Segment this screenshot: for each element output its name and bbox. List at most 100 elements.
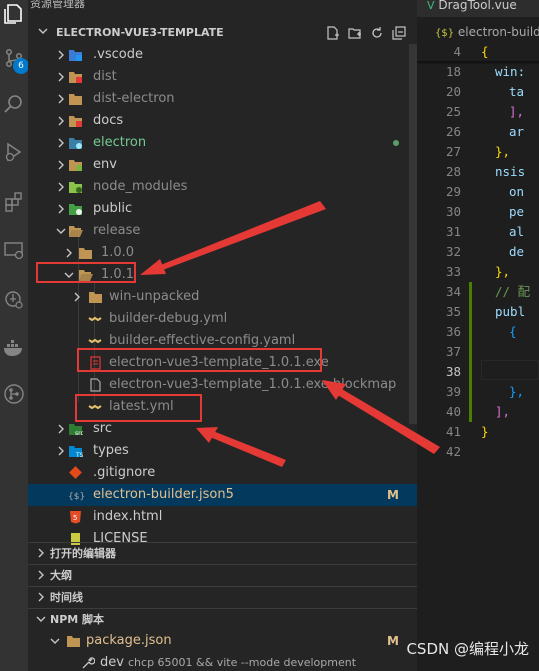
tree-item-label: public	[93, 201, 133, 216]
svg-text:5: 5	[73, 514, 77, 522]
new-folder-icon[interactable]	[347, 25, 363, 41]
line-number: 25	[445, 104, 461, 119]
modified-badge: M	[387, 634, 399, 648]
breadcrumb-label: electron-builde	[457, 25, 539, 39]
code-line: 28 nsis	[417, 162, 539, 182]
line-number: 28	[445, 164, 461, 179]
tree-item[interactable]: env	[28, 154, 417, 176]
code-text: on	[509, 184, 525, 199]
code-line: 27},	[417, 142, 539, 162]
folder-docs-icon	[68, 114, 83, 128]
more-actions-icon[interactable]: ···	[387, 0, 403, 8]
code-line: 30 pe	[417, 202, 539, 222]
tree-scrollbar[interactable]	[409, 44, 417, 424]
tree-item[interactable]: docs	[28, 110, 417, 132]
explorer-icon[interactable]	[2, 2, 26, 26]
folder-vscode-icon	[68, 48, 83, 62]
tree-item-label: index.html	[93, 509, 163, 524]
yaml-icon	[88, 334, 103, 348]
tree-item[interactable]: dist-electron	[28, 88, 417, 110]
tree-item-label: env	[93, 157, 117, 172]
tree-item[interactable]: .vscode	[28, 44, 417, 66]
tree-item[interactable]: 1.0.0	[28, 242, 417, 264]
remote-explorer-icon[interactable]	[2, 238, 26, 262]
outline-panel[interactable]: 大纲	[28, 564, 417, 586]
extensions-icon[interactable]	[2, 190, 26, 214]
code-line: 41}	[417, 422, 539, 442]
yaml-icon	[88, 312, 103, 326]
code-line: 34 // 配	[417, 282, 539, 302]
docker-icon[interactable]	[2, 336, 26, 360]
code-line: 36 {	[417, 322, 539, 342]
project-header[interactable]: ELECTRON-VUE3-TEMPLATE	[28, 22, 417, 44]
tree-item[interactable]: node_modules	[28, 176, 417, 198]
chevron-down-icon	[56, 228, 66, 234]
chevron-down-icon	[50, 638, 60, 644]
tree-item[interactable]: win-unpacked	[28, 286, 417, 308]
folder-env-icon	[68, 158, 83, 172]
tree-item[interactable]: {$} electron-builder.json5 M	[28, 484, 417, 506]
tree-item[interactable]: TS types	[28, 440, 417, 462]
tree-item[interactable]: release	[28, 220, 417, 242]
line-number: 32	[445, 244, 461, 259]
new-file-icon[interactable]	[325, 25, 341, 41]
tree-item-label: release	[93, 223, 141, 238]
collapse-all-icon[interactable]	[391, 25, 407, 41]
code-line: 18 win:	[417, 62, 539, 82]
chevron-right-icon	[58, 160, 64, 170]
activity-bar: 6	[0, 0, 29, 671]
sticky-scroll-shadow	[417, 61, 539, 65]
timeline-label: 时间线	[50, 591, 83, 604]
code-text: {	[509, 324, 517, 339]
sidebar-title: 资源管理器	[30, 0, 85, 10]
breadcrumb[interactable]: {$} electron-builde	[417, 22, 539, 42]
tree-item-label: dist	[93, 69, 117, 84]
source-control-badge: 6	[13, 58, 29, 74]
tree-item[interactable]: .gitignore	[28, 462, 417, 484]
tree-item[interactable]: 5 index.html	[28, 506, 417, 528]
current-line-highlight	[481, 360, 539, 380]
tree-item-label: builder-debug.yml	[109, 311, 228, 326]
folder-electron-icon	[68, 136, 83, 150]
annotation-box-version-folder	[36, 262, 136, 283]
vue-icon: V	[427, 0, 435, 12]
tab-dragtool[interactable]: V DragTool.vue	[417, 0, 517, 16]
code-text: nsis	[495, 164, 526, 179]
chevron-right-icon	[58, 138, 64, 148]
open-editors-panel[interactable]: 打开的编辑器	[28, 542, 417, 564]
chevron-right-icon	[58, 446, 64, 456]
search-icon[interactable]	[2, 92, 26, 116]
chevron-right-icon	[58, 72, 64, 82]
tree-item[interactable]: electron-vue3-template_1.0.1.exe.blockma…	[28, 374, 417, 396]
json5-icon: {$}	[435, 28, 455, 39]
chevron-right-icon	[74, 292, 80, 302]
folder-open-icon	[68, 224, 83, 238]
folder-icon	[78, 246, 93, 260]
npm-scripts-panel[interactable]: NPM 脚本	[28, 608, 417, 630]
line-number: 35	[445, 304, 461, 319]
chevron-right-icon	[38, 592, 44, 602]
run-debug-icon[interactable]	[2, 140, 26, 164]
tree-item[interactable]: builder-debug.yml	[28, 308, 417, 330]
code-line: 32 de	[417, 242, 539, 262]
explorer-sidebar: 资源管理器 ··· ELECTRON-VUE3-TEMPLATE .vscode…	[28, 0, 417, 671]
tree-item[interactable]: electron	[28, 132, 417, 154]
npm-package-row[interactable]: package.json M	[28, 630, 417, 652]
npm-script-row[interactable]: dev chcp 65001 && vite --mode developmen…	[28, 652, 417, 671]
timeline-panel[interactable]: 时间线	[28, 586, 417, 608]
tree-item[interactable]: dist	[28, 66, 417, 88]
refresh-icon[interactable]	[369, 25, 385, 41]
line-number: 27	[445, 144, 461, 159]
testing-icon[interactable]	[2, 287, 26, 311]
code-line: 39},	[417, 382, 539, 402]
chevron-right-icon	[58, 116, 64, 126]
chevron-right-icon	[58, 424, 64, 434]
code-text: }	[481, 424, 489, 439]
line-number: 26	[445, 124, 461, 139]
tree-item[interactable]: public	[28, 198, 417, 220]
code-line: 25],	[417, 102, 539, 122]
git-graph-icon[interactable]	[2, 382, 26, 406]
tree-item-label: electron	[93, 135, 147, 150]
npm-script-name: dev	[100, 655, 124, 670]
chevron-right-icon	[58, 204, 64, 214]
